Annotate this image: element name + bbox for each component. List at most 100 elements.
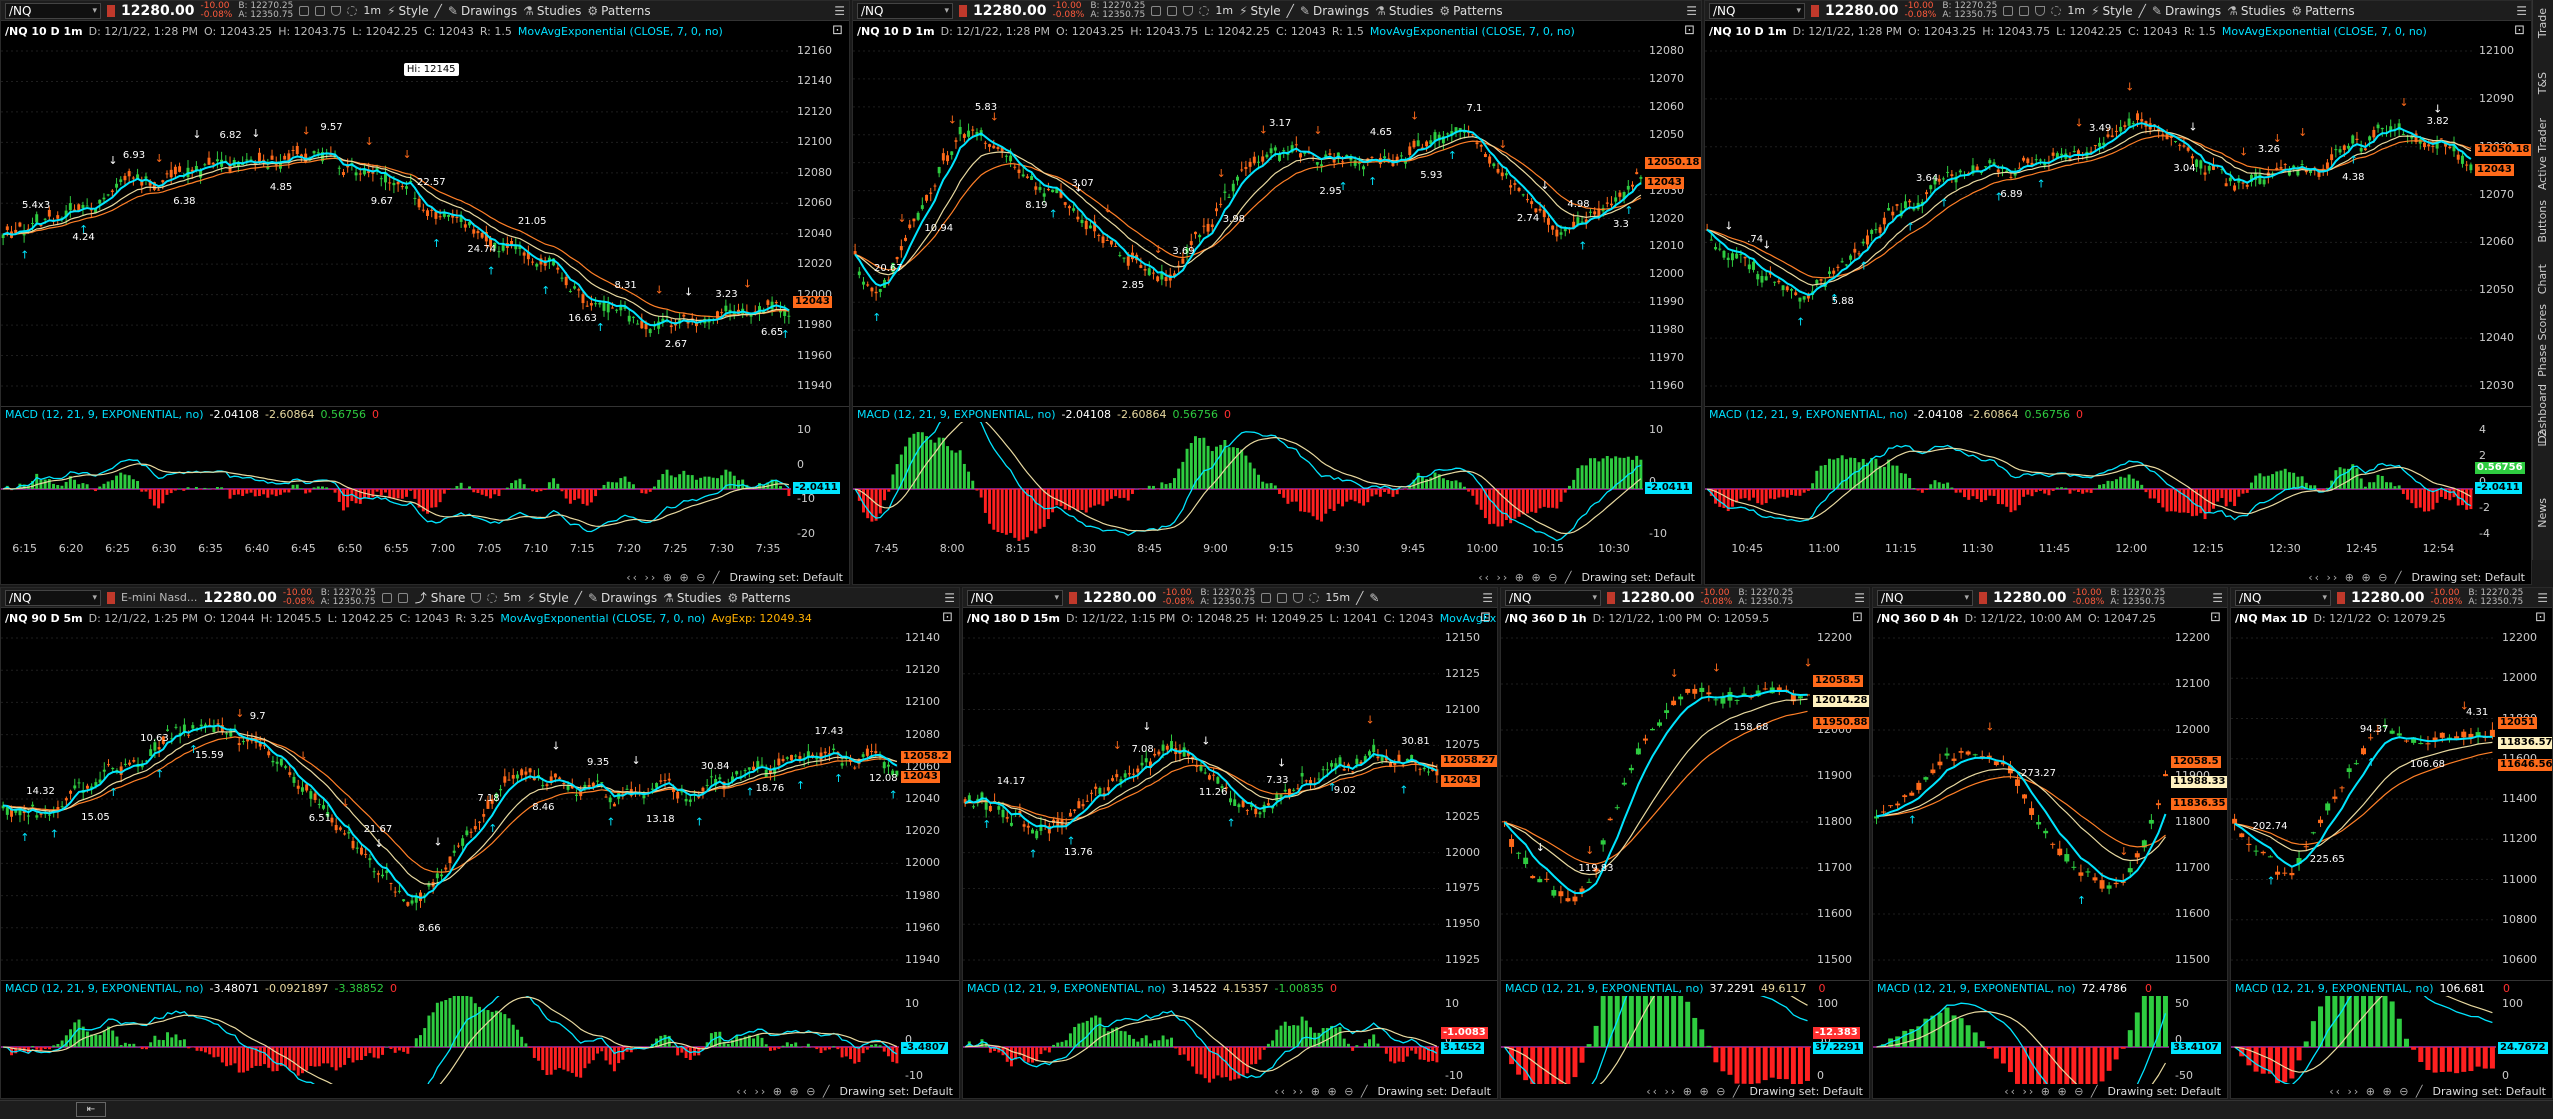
- scroll-arrows-icon[interactable]: ‹‹ ›› ⊕ ⊕ ⊖ ╱: [736, 1085, 831, 1098]
- chart-settings-icon[interactable]: ⊡: [2514, 23, 2525, 38]
- gear-icon[interactable]: [487, 592, 498, 603]
- aggregation-selector[interactable]: 15m: [1325, 591, 1350, 604]
- symbol-selector[interactable]: /NQ ▾: [857, 2, 953, 19]
- scroll-arrows-icon[interactable]: ‹‹ ›› ⊕ ⊕ ⊖ ╱: [1646, 1085, 1741, 1098]
- chart-settings-icon[interactable]: ⊡: [1684, 23, 1695, 38]
- menu-icon[interactable]: [315, 5, 326, 16]
- link-icon[interactable]: [1607, 591, 1615, 604]
- macd-plot[interactable]: 100024.767211/711/1411/2112/5: [2231, 996, 2552, 1098]
- drawing-tool-icon[interactable]: ╱: [435, 4, 442, 18]
- symbol-selector[interactable]: /NQ ▾: [5, 2, 101, 19]
- drawing-set-label[interactable]: Drawing set: Default: [1582, 571, 1695, 584]
- studies-button[interactable]: ⚗ Studies: [2227, 4, 2285, 18]
- gear-icon[interactable]: [347, 5, 358, 16]
- flask-icon[interactable]: [471, 592, 482, 603]
- grid-icon[interactable]: [1261, 592, 1272, 603]
- flask-icon[interactable]: [331, 5, 342, 16]
- style-button[interactable]: ⚡ Style: [2091, 4, 2133, 18]
- drawings-button[interactable]: ✎ Drawings: [2152, 4, 2221, 18]
- drawings-button[interactable]: ✎ Drawings: [588, 591, 657, 605]
- style-button[interactable]: ⚡ Style: [527, 591, 569, 605]
- side-tab-chart[interactable]: Chart: [2536, 264, 2549, 294]
- macd-plot[interactable]: 420-2-4-2.04110.5675610:4511:0011:1511:3…: [1705, 422, 2531, 556]
- price-plot[interactable]: ↑↑↑↓↓↓↑↓↑↓↑12150121251210012075120501202…: [963, 628, 1497, 980]
- link-icon[interactable]: [959, 4, 967, 17]
- hamburger-icon[interactable]: ☰: [1482, 591, 1493, 605]
- scroll-arrows-icon[interactable]: ‹‹ ›› ⊕ ⊕ ⊖ ╱: [1274, 1085, 1369, 1098]
- drawings-button[interactable]: ✎ Drawings: [1300, 4, 1369, 18]
- macd-plot[interactable]: 100-10-2.04117:458:008:158:308:459:009:1…: [853, 422, 1701, 556]
- symbol-selector[interactable]: /NQ ▾: [967, 589, 1063, 606]
- chart-settings-icon[interactable]: ⊡: [832, 23, 843, 38]
- drawing-tool-icon[interactable]: ╱: [2139, 4, 2146, 18]
- price-plot[interactable]: ↑ ↑ ↑ ↑ ↑ ↓ ↓ ↓ ↓ ↓ ↑ ↓ ↑ ↓ ↑ ↑ ↑ ↑ ↑ 12140 12120 12100 12080 1…: [1, 628, 959, 980]
- menu-icon[interactable]: [397, 592, 408, 603]
- drawing-set-label[interactable]: Drawing set: Default: [1378, 1085, 1491, 1098]
- side-tab-trade[interactable]: Trade: [2536, 8, 2549, 38]
- macd-plot[interactable]: 10050037.2291-12.383WedThu: [1501, 996, 1869, 1098]
- hamburger-icon[interactable]: ☰: [944, 591, 955, 605]
- flask-icon[interactable]: [1293, 592, 1304, 603]
- collapse-button[interactable]: ⇤: [76, 1102, 106, 1117]
- chart-settings-icon[interactable]: ⊡: [2210, 610, 2221, 625]
- drawing-tool-icon[interactable]: ╱: [1356, 591, 1363, 605]
- share-button[interactable]: ⤴ Share: [414, 591, 466, 605]
- symbol-selector[interactable]: /NQ ▾: [1709, 2, 1805, 19]
- style-button[interactable]: ⚡ Style: [387, 4, 429, 18]
- symbol-selector[interactable]: /NQ ▾: [2235, 589, 2331, 606]
- hamburger-icon[interactable]: ☰: [834, 4, 845, 18]
- gear-icon[interactable]: [2051, 5, 2062, 16]
- drawing-set-label[interactable]: Drawing set: Default: [840, 1085, 953, 1098]
- hamburger-icon[interactable]: ☰: [1854, 591, 1865, 605]
- link-icon[interactable]: [1811, 4, 1819, 17]
- macd-plot[interactable]: 100-103.1452-1.0083Thu123456789101112131…: [963, 996, 1497, 1098]
- patterns-button[interactable]: ⚙ Patterns: [1439, 4, 1502, 18]
- side-tab-active-trader[interactable]: Active Trader: [2536, 118, 2549, 190]
- aggregation-selector[interactable]: 1m: [363, 4, 381, 17]
- scroll-arrows-icon[interactable]: ‹‹ ›› ⊕ ⊕ ⊖ ╱: [1478, 571, 1573, 584]
- link-icon[interactable]: [107, 4, 115, 17]
- drawing-tool-icon[interactable]: ╱: [1287, 4, 1294, 18]
- hamburger-icon[interactable]: ☰: [2516, 4, 2527, 18]
- symbol-selector[interactable]: /NQ ▾: [5, 589, 101, 606]
- hamburger-icon[interactable]: ☰: [2537, 591, 2548, 605]
- macd-plot[interactable]: 10 0 -10 -20 -2.0411 6:15 6:20 6:25 6:30 6:35 6:40…: [1, 422, 849, 556]
- scroll-arrows-icon[interactable]: ‹‹ ›› ⊕ ⊕ ⊖ ╱: [2329, 1085, 2424, 1098]
- link-icon[interactable]: [1979, 591, 1987, 604]
- patterns-button[interactable]: ⚙ Patterns: [727, 591, 790, 605]
- aggregation-selector[interactable]: 1m: [2067, 4, 2085, 17]
- symbol-selector[interactable]: /NQ ▾: [1505, 589, 1601, 606]
- chart-settings-icon[interactable]: ⊡: [942, 610, 953, 625]
- menu-icon[interactable]: [2019, 5, 2030, 16]
- pencil-icon[interactable]: ✎: [1369, 591, 1379, 605]
- studies-button[interactable]: ⚗ Studies: [523, 4, 581, 18]
- price-plot[interactable]: ↓↓↓↓↓12200121001200011900118001170011600…: [1501, 628, 1869, 980]
- grid-icon[interactable]: [1151, 5, 1162, 16]
- drawing-tool-icon[interactable]: ╱: [575, 591, 582, 605]
- price-plot[interactable]: ↑↓↑↓122001210012000119001180011700116001…: [1873, 628, 2227, 980]
- menu-icon[interactable]: [1277, 592, 1288, 603]
- drawing-set-label[interactable]: Drawing set: Default: [2108, 1085, 2221, 1098]
- side-tab-l-2[interactable]: L 2: [2536, 430, 2549, 447]
- side-tab-buttons[interactable]: Buttons: [2536, 200, 2549, 243]
- style-button[interactable]: ⚡ Style: [1239, 4, 1281, 18]
- side-tab-phase-scores[interactable]: Phase Scores: [2536, 304, 2549, 377]
- patterns-button[interactable]: ⚙ Patterns: [2291, 4, 2354, 18]
- side-tab-news[interactable]: News: [2536, 498, 2549, 528]
- scroll-arrows-icon[interactable]: ‹‹ ›› ⊕ ⊕ ⊖ ╱: [2004, 1085, 2099, 1098]
- hamburger-icon[interactable]: ☰: [1686, 4, 1697, 18]
- flask-icon[interactable]: [1183, 5, 1194, 16]
- macd-plot[interactable]: 500-5033.410711/2411/2711/2812/1: [1873, 996, 2227, 1098]
- scroll-arrows-icon[interactable]: ‹‹ ›› ⊕ ⊕ ⊖ ╱: [626, 571, 721, 584]
- drawings-button[interactable]: ✎ Drawings: [448, 4, 517, 18]
- macd-plot[interactable]: 100-10-3.48072:003:004:005:006:007:008:0…: [1, 996, 959, 1098]
- hamburger-icon[interactable]: ☰: [2212, 591, 2223, 605]
- price-plot[interactable]: ↑ ↓ ↓ ↓ ↑ ↓ ↓ ↓ ↓ ↓ ↓ ↑ ↑ ↓ ↑ ↓ ↓ ↑ ↑ 12080 12070 12060 12050 1…: [853, 41, 1701, 406]
- drawing-set-label[interactable]: Drawing set: Default: [2412, 571, 2525, 584]
- price-plot[interactable]: ↑↑↓1220012000118001160011400112001100010…: [2231, 628, 2552, 980]
- gear-icon[interactable]: [1199, 5, 1210, 16]
- gear-icon[interactable]: [1309, 592, 1320, 603]
- drawing-set-label[interactable]: Drawing set: Default: [2433, 1085, 2546, 1098]
- side-tab-t-s[interactable]: T&S: [2536, 72, 2549, 94]
- flask-icon[interactable]: [2035, 5, 2046, 16]
